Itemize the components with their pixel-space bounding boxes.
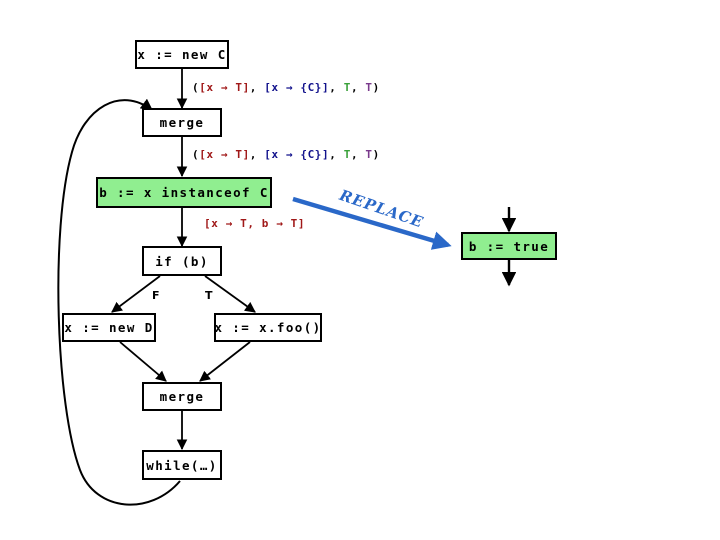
replace-arrow-label-text: REPLACE [337,186,426,232]
node-while-label: while(…) [146,457,218,473]
diagram-canvas: x := new C merge b := x instanceof C if … [0,0,720,540]
annotation-after-instanceof: [x → T, b → T] [204,217,305,230]
annot-0-part-2: , [249,81,265,94]
branch-label-false: F [152,289,160,302]
node-new-c-label: x := new C [137,47,227,62]
annot-1-part-1: [x → T] [199,148,250,161]
annot-0-part-4: , [329,81,344,94]
node-merge-top-label: merge [159,115,205,130]
annot-0-part-7: T [365,81,373,94]
edge-foo-to-merge-bottom [199,341,251,382]
annot-0-part-5: T [343,81,351,94]
node-new-c[interactable]: x := new C [135,40,229,69]
annot-0-part-3: [x → {C}] [264,81,330,94]
annot-1-part-2: , [249,148,265,161]
node-if-b[interactable]: if (b) [142,246,222,276]
branch-label-true-text: T [205,289,213,302]
annot-0-part-6: , [350,81,366,94]
annot-1-part-7: T [365,148,373,161]
annotation-after-merge: ([x → T], [x → {C}], T, T) [192,148,380,161]
branch-label-true: T [205,289,213,302]
node-merge-bottom-label: merge [159,389,205,404]
annot-1-part-6: , [350,148,366,161]
node-foo-label: x := x.foo() [214,320,322,335]
annot-0-part-1: [x → T] [199,81,250,94]
node-instanceof[interactable]: b := x instanceof C [96,177,272,208]
node-if-b-label: if (b) [155,253,209,269]
annot-2-part-0: [x → T, b → T] [204,217,306,230]
node-new-d[interactable]: x := new D [62,313,156,342]
annotation-after-new-c: ([x → T], [x → {C}], T, T) [192,81,380,94]
node-b-true[interactable]: b := true [461,232,557,260]
edge-loop-back-to-merge [57,98,181,506]
annot-1-part-4: , [329,148,344,161]
annot-0-part-8: ) [372,81,380,94]
node-merge-bottom[interactable]: merge [142,382,222,411]
branch-label-false-text: F [152,289,160,302]
node-while[interactable]: while(…) [142,450,222,480]
replace-arrow-label: REPLACE [337,186,426,232]
edge-new-d-to-merge-bottom [119,341,167,382]
annot-1-part-5: T [343,148,351,161]
node-new-d-label: x := new D [64,320,154,335]
node-foo[interactable]: x := x.foo() [214,313,322,342]
node-b-true-label: b := true [468,238,550,254]
node-instanceof-label: b := x instanceof C [99,185,269,200]
annot-1-part-8: ) [372,148,380,161]
annot-1-part-3: [x → {C}] [264,148,330,161]
node-merge-top[interactable]: merge [142,108,222,137]
